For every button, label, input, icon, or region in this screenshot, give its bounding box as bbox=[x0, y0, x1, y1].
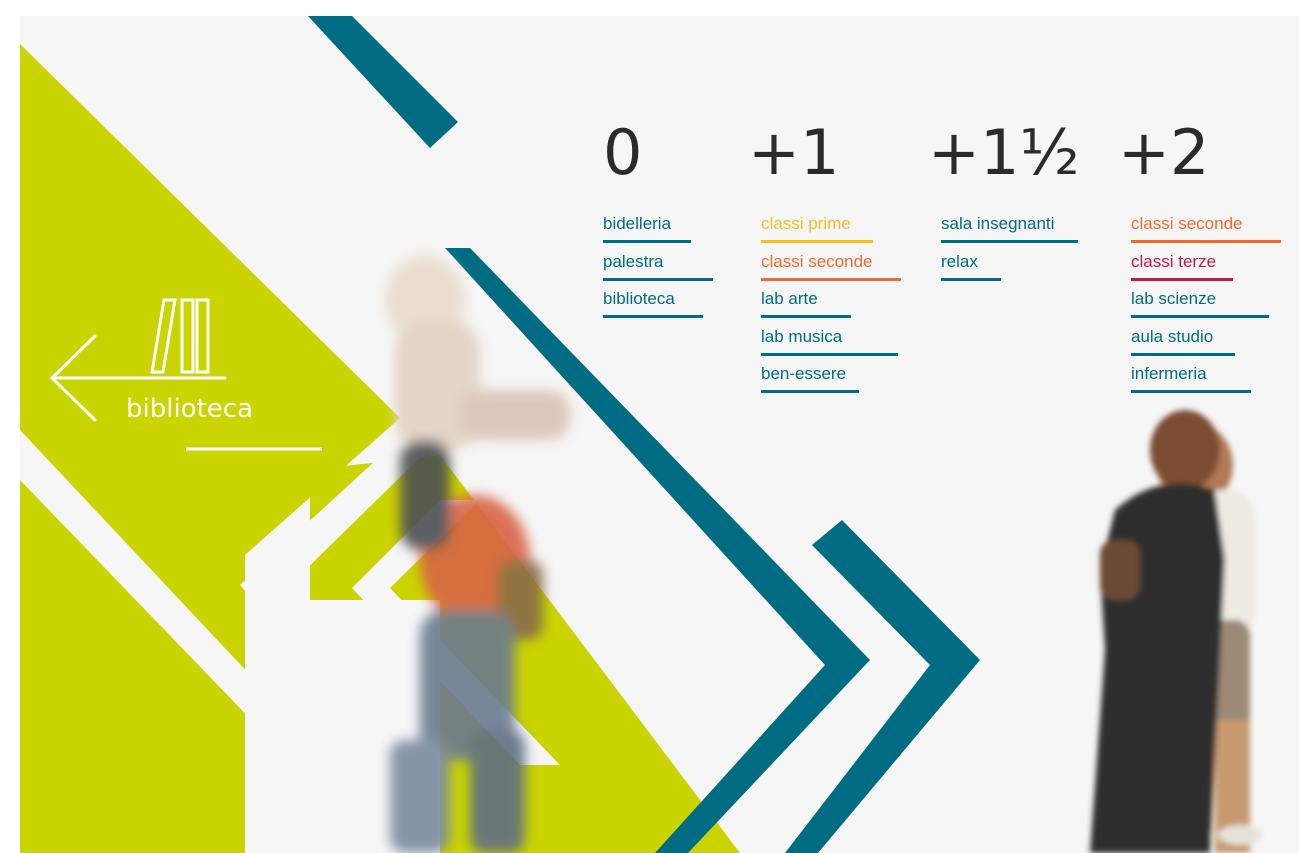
destination-item: palestra bbox=[603, 251, 713, 281]
destination-underline bbox=[761, 277, 901, 281]
destination-label: sala insegnanti bbox=[941, 214, 1055, 233]
destination-underline bbox=[761, 315, 851, 318]
destination-label: biblioteca bbox=[603, 289, 675, 308]
destination-item: lab musica bbox=[761, 326, 898, 356]
destination-item: lab scienze bbox=[1131, 289, 1269, 318]
destination-item: aula studio bbox=[1131, 326, 1235, 356]
destination-underline bbox=[1131, 240, 1281, 243]
destination-underline bbox=[1131, 352, 1235, 356]
destination-item: bidelleria bbox=[603, 214, 691, 243]
destination-underline bbox=[1131, 390, 1251, 393]
destination-item: classi terze bbox=[1131, 251, 1233, 281]
destination-label: bidelleria bbox=[603, 214, 672, 233]
sign-label: biblioteca bbox=[126, 394, 254, 424]
floor-level-number: +1½ bbox=[928, 116, 1080, 189]
destination-underline bbox=[941, 277, 1001, 281]
destination-item: infermeria bbox=[1131, 364, 1251, 393]
destination-item: ben-essere bbox=[761, 364, 859, 393]
destination-label: classi prime bbox=[761, 214, 851, 233]
destination-label: classi terze bbox=[1131, 251, 1217, 271]
destination-label: lab scienze bbox=[1131, 289, 1217, 308]
destination-item: classi seconde bbox=[1131, 214, 1281, 243]
destination-label: ben-essere bbox=[761, 364, 847, 383]
destination-underline bbox=[1131, 277, 1233, 281]
destination-underline bbox=[761, 240, 873, 243]
wall-graphic bbox=[20, 16, 1299, 853]
destination-label: aula studio bbox=[1131, 326, 1214, 346]
destination-item: lab arte bbox=[761, 289, 851, 318]
destination-underline bbox=[761, 352, 898, 356]
destination-label: classi seconde bbox=[761, 251, 873, 271]
wayfinding-wall: biblioteca 0 bidelleria palestra biblioteca… bbox=[0, 0, 1299, 853]
destination-item: classi seconde bbox=[761, 251, 901, 281]
floor-level-number: +1 bbox=[748, 116, 840, 189]
destination-underline bbox=[761, 390, 859, 393]
destination-label: lab musica bbox=[761, 326, 843, 346]
destination-underline bbox=[603, 315, 703, 318]
destination-label: relax bbox=[941, 251, 978, 271]
floor-level-number: +2 bbox=[1118, 116, 1210, 189]
destination-underline bbox=[603, 240, 691, 243]
destination-item: relax bbox=[941, 251, 1001, 281]
floor-level-number: 0 bbox=[603, 116, 643, 189]
destination-item: biblioteca bbox=[603, 289, 703, 318]
destination-label: classi seconde bbox=[1131, 214, 1243, 233]
destination-label: palestra bbox=[603, 251, 664, 271]
destination-item: sala insegnanti bbox=[941, 214, 1078, 243]
destination-underline bbox=[603, 277, 713, 281]
destination-label: lab arte bbox=[761, 289, 818, 308]
destination-underline bbox=[941, 240, 1078, 243]
destination-label: infermeria bbox=[1131, 364, 1207, 383]
destination-item: classi prime bbox=[761, 214, 873, 243]
destination-underline bbox=[1131, 315, 1269, 318]
